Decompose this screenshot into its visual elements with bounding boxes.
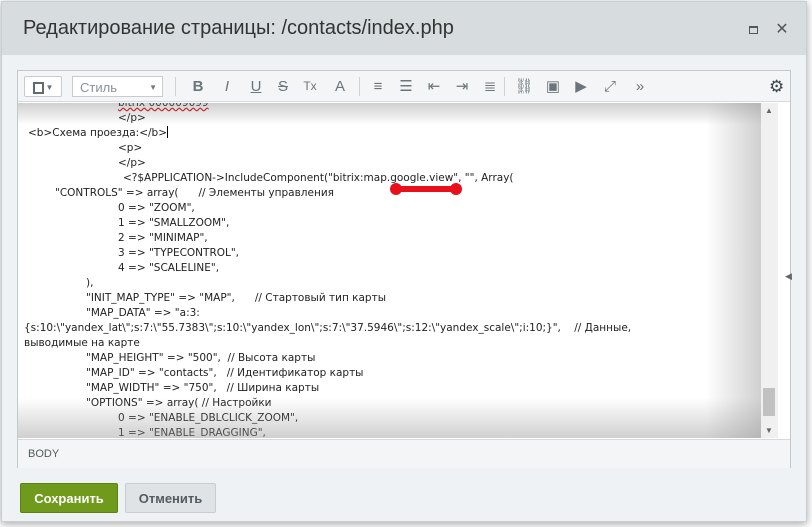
- scroll-down-icon[interactable]: ▼: [765, 426, 773, 435]
- code-line: "INIT_MAP_TYPE" => "MAP", // Стартовый т…: [86, 292, 386, 304]
- cancel-button[interactable]: Отменить: [125, 483, 216, 513]
- save-button[interactable]: Сохранить: [20, 483, 118, 513]
- code-line: "CONTROLS" => array( // Элементы управле…: [55, 187, 334, 199]
- code-line: ),: [86, 277, 94, 289]
- style-select[interactable]: Стиль ▼: [72, 76, 163, 97]
- fullscreen-icon[interactable]: ⤢: [600, 76, 620, 97]
- element-path[interactable]: BODY: [28, 448, 59, 460]
- code-line: 2 => "MINIMAP",: [118, 232, 208, 244]
- code-line: выводимые на карте: [24, 337, 140, 349]
- style-select-value: Стиль: [80, 80, 117, 95]
- more-icon[interactable]: »: [630, 76, 650, 97]
- dialog-title: Редактирование страницы: /contacts/index…: [23, 17, 454, 39]
- unordered-list-icon[interactable]: ☰: [396, 76, 416, 97]
- highlight-overlay-right: [706, 103, 761, 438]
- settings-gear-icon[interactable]: ⚙: [769, 76, 784, 97]
- toolbar-divider: [504, 77, 505, 96]
- code-line: "MAP_HEIGHT" => "500", // Высота карты: [86, 352, 316, 364]
- annotation-marker: [390, 183, 462, 195]
- dialog-titlebar[interactable]: Редактирование страницы: /contacts/index…: [2, 2, 806, 55]
- highlight-overlay-bottom: [18, 398, 761, 438]
- underline-icon[interactable]: U: [246, 76, 266, 97]
- clear-format-icon[interactable]: Tx: [300, 76, 320, 97]
- html-editor: ▼ Стиль ▼ BIUS Tx A ≡ ☰ ⇤ ⇥ ≣ ⛓ ▣ ▶ ⤢ » ⚙ 1 => "ENAB…: [17, 70, 792, 468]
- code-line: </p>: [118, 157, 146, 169]
- edit-page-dialog: Редактирование страницы: /contacts/index…: [1, 1, 807, 522]
- italic-icon[interactable]: I: [217, 76, 237, 97]
- ordered-list-icon[interactable]: ≡: [368, 76, 388, 97]
- code-line: <b>Схема проезда:</b>: [28, 126, 168, 139]
- video-icon[interactable]: ▶: [571, 76, 591, 97]
- code-line: 1 => "SMALLZOOM",: [118, 217, 230, 229]
- chevron-down-icon: ▼: [149, 83, 157, 92]
- view-mode-button[interactable]: ▼: [24, 76, 62, 97]
- image-icon[interactable]: ▣: [543, 76, 563, 97]
- code-line: "MAP_ID" => "contacts", // Идентификатор…: [86, 367, 364, 379]
- code-line: {s:10:\"yandex_lat\";s:7:\"55.7383\";s:1…: [24, 322, 632, 334]
- restore-button[interactable]: [743, 20, 763, 40]
- align-icon[interactable]: ≣: [480, 76, 500, 97]
- chevron-down-icon: ▼: [45, 83, 54, 92]
- font-color-icon[interactable]: A: [330, 76, 350, 97]
- toolbar-divider: [359, 77, 360, 96]
- toolbar-divider: [175, 77, 176, 96]
- text-cursor: [167, 126, 168, 138]
- code-line: 4 => "SCALELINE",: [118, 262, 220, 274]
- code-area[interactable]: 1 => "ENABLE_DRAGGING",0 => "ENABLE_DBLC…: [18, 103, 761, 438]
- editor-toolbar: ▼ Стиль ▼ B I U S Tx A ≡ ☰ ⇤ ⇥ ≣ ⛓ ▣ ▶ ⤢ » ⚙: [18, 71, 790, 102]
- highlight-overlay-top: [18, 103, 761, 125]
- document-icon: [32, 82, 44, 94]
- link-icon[interactable]: ⛓: [514, 76, 534, 97]
- code-line: "MAP_WIDTH" => "750", // Ширина карты: [86, 382, 320, 394]
- scroll-up-icon[interactable]: ▲: [765, 106, 773, 115]
- close-button[interactable]: ✕: [772, 20, 792, 40]
- bold-icon[interactable]: B: [188, 76, 208, 97]
- code-line: <p>: [118, 142, 143, 154]
- code-line: "MAP_DATA" => "a:3:: [86, 307, 200, 319]
- code-line: 0 => "ZOOM",: [118, 202, 195, 214]
- indent-icon[interactable]: ⇥: [452, 76, 472, 97]
- element-path-bar: BODY: [18, 439, 790, 468]
- vertical-scrollbar[interactable]: ▲ ▼: [761, 103, 778, 438]
- close-icon: ✕: [775, 21, 789, 38]
- collapse-panel-icon[interactable]: ◀: [785, 271, 792, 282]
- outdent-icon[interactable]: ⇤: [424, 76, 444, 97]
- restore-icon: [748, 26, 758, 34]
- scrollbar-thumb[interactable]: [763, 388, 775, 416]
- strikethrough-icon[interactable]: S: [273, 76, 293, 97]
- code-line: 3 => "TYPECONTROL",: [118, 247, 240, 259]
